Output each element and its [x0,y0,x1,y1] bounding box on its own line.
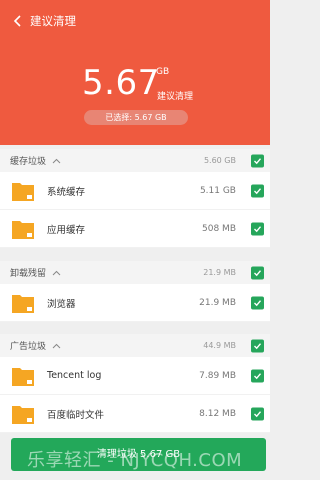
clean-button[interactable]: 清理垃圾 5.67 GB [11,438,266,471]
list-item[interactable]: 应用缓存 508 MB [0,210,270,248]
item-size: 21.9 MB [199,297,236,308]
checkbox-checked-icon[interactable] [251,369,264,382]
selected-badge: 已选择: 5.67 GB [84,110,188,125]
back-arrow-icon[interactable] [10,13,26,29]
section-header-residual[interactable]: 卸载残留 21.9 MB [0,261,270,284]
checkbox-checked-icon[interactable] [251,266,264,279]
folder-icon [12,218,34,240]
folder-icon [12,292,34,314]
section-header-cache[interactable]: 缓存垃圾 5.60 GB [0,149,270,172]
checkbox-checked-icon[interactable] [251,154,264,167]
top-bar: 建议清理 [10,11,76,31]
folder-icon [12,365,34,387]
checkbox-checked-icon[interactable] [251,222,264,235]
chevron-up-icon[interactable] [52,270,61,276]
chevron-up-icon[interactable] [52,158,61,164]
list-item[interactable]: Tencent log 7.89 MB [0,357,270,395]
checkbox-checked-icon[interactable] [251,407,264,420]
section-title: 卸载残留 [10,269,47,279]
item-size: 8.12 MB [199,408,236,419]
section-size: 5.60 GB [203,156,236,165]
header: 建议清理 5.67 GB 建议清理 已选择: 5.67 GB [0,0,270,145]
item-name: 系统缓存 [47,186,86,198]
section-residual: 卸载残留 21.9 MB 浏览器 21.9 MB [0,261,270,322]
section-size: 44.9 MB [203,341,236,350]
checkbox-checked-icon[interactable] [251,184,264,197]
item-name: 应用缓存 [47,224,86,236]
item-name: Tencent log [47,370,102,381]
section-cache: 缓存垃圾 5.60 GB 系统缓存 5.11 GB 应用缓存 508 MB [0,149,270,248]
list-item[interactable]: 浏览器 21.9 MB [0,284,270,322]
total-size-unit: GB [156,67,170,77]
chevron-up-icon[interactable] [52,343,61,349]
item-size: 5.11 GB [199,185,236,196]
section-title: 缓存垃圾 [10,157,47,167]
item-name: 百度临时文件 [47,409,105,421]
item-name: 浏览器 [47,298,76,310]
list-item[interactable]: 系统缓存 5.11 GB [0,172,270,210]
section-header-ads[interactable]: 广告垃圾 44.9 MB [0,334,270,357]
checkbox-checked-icon[interactable] [251,339,264,352]
item-size: 7.89 MB [199,370,236,381]
section-size: 21.9 MB [203,268,236,277]
checkbox-checked-icon[interactable] [251,296,264,309]
list-item[interactable]: 百度临时文件 8.12 MB [0,395,270,433]
section-title: 广告垃圾 [10,342,47,352]
total-size-label: 建议清理 [157,92,194,102]
item-size: 508 MB [202,223,236,234]
folder-icon [12,180,34,202]
section-ads: 广告垃圾 44.9 MB Tencent log 7.89 MB 百度临时文件 … [0,334,270,433]
folder-icon [12,403,34,425]
page-title: 建议清理 [30,14,76,28]
total-size-value: 5.67 [82,63,160,103]
